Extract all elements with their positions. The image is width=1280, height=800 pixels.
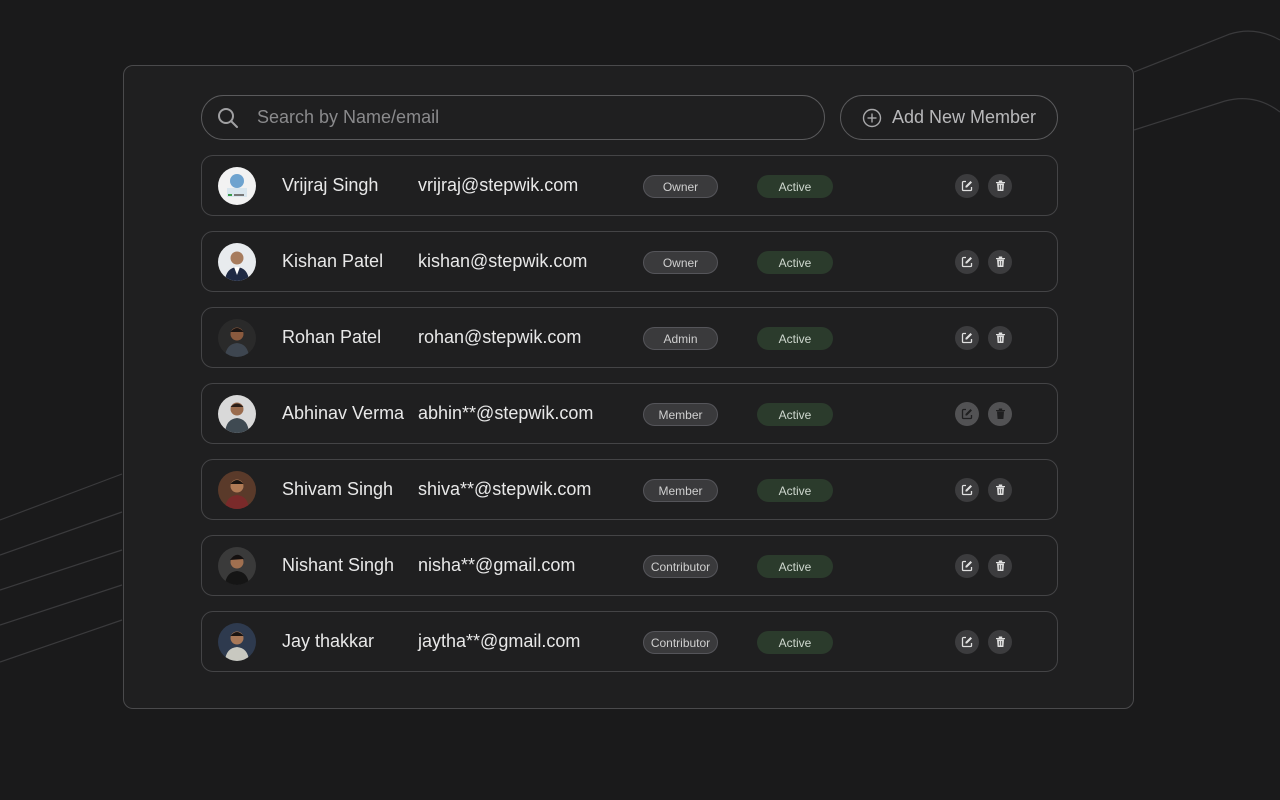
edit-button[interactable]: [955, 326, 979, 350]
member-row: Rohan Patel rohan@stepwik.com Admin Acti…: [201, 307, 1058, 368]
member-name: Rohan Patel: [282, 327, 382, 347]
trash-icon: [995, 180, 1005, 191]
edit-icon: [961, 636, 973, 648]
role-badge: Admin: [643, 327, 718, 350]
role-badge: Owner: [643, 175, 718, 198]
trash-icon: [995, 256, 1005, 267]
member-name: Vrijraj Singh: [282, 175, 379, 195]
role-badge: Contributor: [643, 631, 718, 654]
status-badge: Active: [757, 175, 833, 198]
trash-icon: [995, 636, 1005, 647]
avatar: [218, 623, 256, 661]
member-email: kishan@stepwik.com: [418, 251, 588, 271]
avatar: [218, 243, 256, 281]
member-list: Vrijraj Singh vrijraj@stepwik.com Owner …: [201, 155, 1058, 687]
add-new-member-label: Add New Member: [891, 107, 1037, 127]
role-badge: Member: [643, 403, 718, 426]
member-email: shiva**@stepwik.com: [418, 479, 592, 499]
edit-button[interactable]: [955, 250, 979, 274]
search-input[interactable]: [255, 106, 824, 129]
member-row: Vrijraj Singh vrijraj@stepwik.com Owner …: [201, 155, 1058, 216]
edit-icon: [961, 256, 973, 268]
edit-icon: [961, 332, 973, 344]
member-name: Abhinav Verma: [282, 403, 405, 423]
delete-button[interactable]: [988, 174, 1012, 198]
status-badge: Active: [757, 631, 833, 654]
search-bar[interactable]: [201, 95, 825, 140]
role-badge: Contributor: [643, 555, 718, 578]
member-name: Kishan Patel: [282, 251, 384, 271]
add-new-member-button[interactable]: Add New Member: [840, 95, 1058, 140]
delete-button[interactable]: [988, 326, 1012, 350]
search-icon: [217, 107, 239, 129]
trash-icon: [995, 484, 1005, 495]
avatar: [218, 167, 256, 205]
member-email: rohan@stepwik.com: [418, 327, 582, 347]
member-row: Nishant Singh nisha**@gmail.com Contribu…: [201, 535, 1058, 596]
member-email: nisha**@gmail.com: [418, 555, 576, 575]
edit-icon: [961, 180, 973, 192]
member-row: Abhinav Verma abhin**@stepwik.com Member…: [201, 383, 1058, 444]
member-email: vrijraj@stepwik.com: [418, 175, 579, 195]
trash-icon: [995, 560, 1005, 571]
avatar: [218, 395, 256, 433]
member-email: abhin**@stepwik.com: [418, 403, 594, 423]
edit-button[interactable]: [955, 554, 979, 578]
role-badge: Member: [643, 479, 718, 502]
plus-circle-icon: [862, 108, 882, 128]
member-name: Shivam Singh: [282, 479, 394, 499]
role-badge: Owner: [643, 251, 718, 274]
avatar: [218, 319, 256, 357]
status-badge: Active: [757, 479, 833, 502]
edit-icon: [961, 560, 973, 572]
status-badge: Active: [757, 251, 833, 274]
member-name: Nishant Singh: [282, 555, 395, 575]
member-email: jaytha**@gmail.com: [418, 631, 581, 651]
delete-button[interactable]: [988, 478, 1012, 502]
delete-button[interactable]: [988, 402, 1012, 426]
edit-button[interactable]: [955, 174, 979, 198]
edit-icon: [961, 408, 973, 420]
member-row: Shivam Singh shiva**@stepwik.com Member …: [201, 459, 1058, 520]
status-badge: Active: [757, 327, 833, 350]
edit-button[interactable]: [955, 402, 979, 426]
delete-button[interactable]: [988, 630, 1012, 654]
member-row: Jay thakkar jaytha**@gmail.com Contribut…: [201, 611, 1058, 672]
edit-button[interactable]: [955, 630, 979, 654]
status-badge: Active: [757, 555, 833, 578]
member-row: Kishan Patel kishan@stepwik.com Owner Ac…: [201, 231, 1058, 292]
delete-button[interactable]: [988, 250, 1012, 274]
trash-icon: [995, 408, 1005, 419]
edit-icon: [961, 484, 973, 496]
delete-button[interactable]: [988, 554, 1012, 578]
status-badge: Active: [757, 403, 833, 426]
avatar: [218, 547, 256, 585]
avatar: [218, 471, 256, 509]
trash-icon: [995, 332, 1005, 343]
edit-button[interactable]: [955, 478, 979, 502]
member-name: Jay thakkar: [282, 631, 375, 651]
